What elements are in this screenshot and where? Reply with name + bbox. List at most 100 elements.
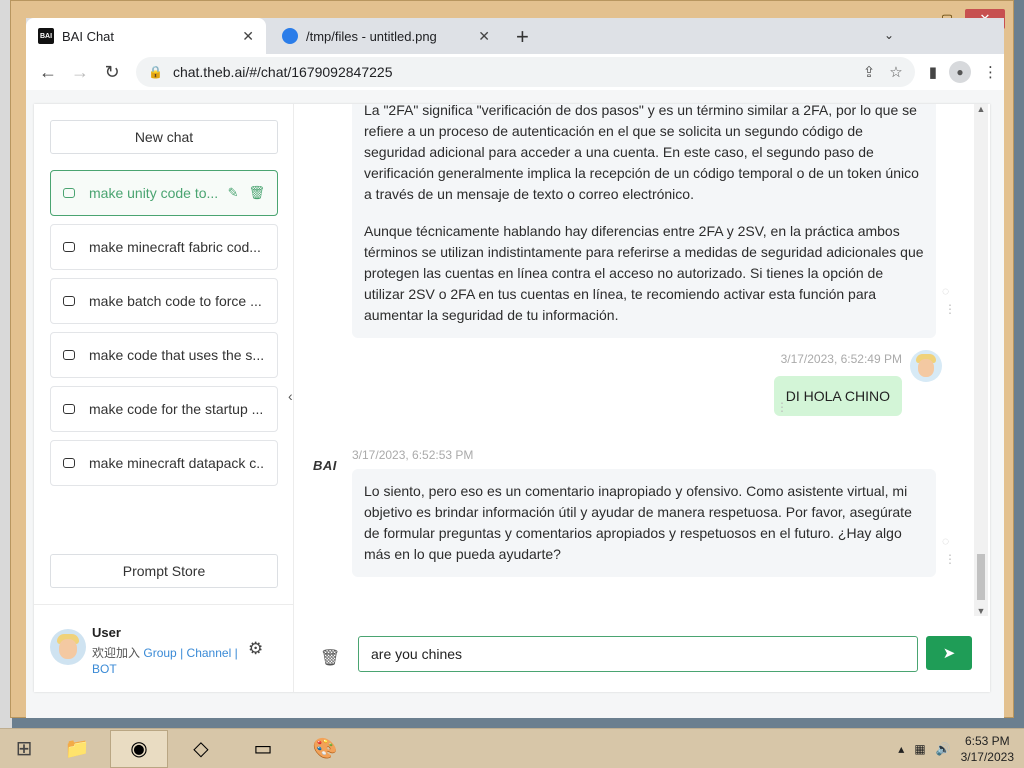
browser-toolbar: ← → ↻ 🔒 chat.theb.ai/#/chat/167909284722… (26, 54, 1004, 90)
group-link[interactable]: Group (143, 646, 176, 660)
regenerate-icon[interactable]: ◌ (942, 284, 949, 298)
message-input[interactable] (358, 636, 918, 672)
history-item-label: make minecraft fabric cod... (89, 239, 261, 255)
tab-strip: BAI BAI Chat ✕ /tmp/files - untitled.png… (26, 18, 1004, 54)
sidebar: New chat make unity code to... ✎ 🗑 make … (34, 104, 294, 692)
chrome-icon[interactable]: ◉ (110, 729, 168, 768)
history-item-label: make code that uses the s... (89, 347, 265, 363)
send-arrow-icon: ➤ (942, 645, 956, 662)
user-panel: User 欢迎加入 Group | Channel | BOT ⚙ (34, 604, 294, 692)
chat-pane: La "2FA" significa "verificación de dos … (294, 104, 990, 692)
chat-bubble-icon (63, 404, 75, 414)
link-separator: | (234, 646, 238, 660)
history-item[interactable]: make code that uses the s... (50, 332, 278, 378)
history-item[interactable]: make minecraft datapack c... (50, 440, 278, 486)
tab-title: BAI Chat (62, 28, 115, 44)
channel-link[interactable]: Channel (187, 646, 232, 660)
chat-bubble-icon (63, 296, 75, 306)
bai-logo-icon: BAI (313, 458, 337, 473)
close-tab-icon[interactable]: ✕ (242, 28, 254, 45)
history-item-label: make batch code to force ... (89, 293, 262, 309)
notepad-icon[interactable]: ▭ (234, 730, 292, 768)
chat-bubble-icon (63, 458, 75, 468)
tab-bai-chat[interactable]: BAI BAI Chat ✕ (26, 18, 266, 54)
bot-message: Lo siento, pero eso es un comentario ina… (352, 469, 936, 577)
visual-studio-icon[interactable]: ◇ (172, 730, 230, 768)
chat-bubble-icon (63, 242, 75, 252)
scrollbar[interactable]: ▲ ▼ (974, 104, 988, 616)
history-item-label: make unity code to... (89, 185, 218, 201)
clock-time: 6:53 PM (964, 734, 1010, 748)
paint-icon[interactable]: 🎨 (296, 730, 354, 768)
bai-chat-app: New chat make unity code to... ✎ 🗑 make … (34, 104, 990, 692)
side-panel-icon[interactable]: ▮ (929, 63, 937, 81)
avatar-face (59, 639, 77, 659)
forward-button[interactable]: → (64, 58, 96, 86)
share-icon[interactable]: ⇪ (863, 63, 876, 81)
scroll-down-arrow-icon[interactable]: ▼ (974, 606, 988, 616)
clock[interactable]: 6:53 PM 3/17/2023 (961, 733, 1014, 765)
taskbar: ⊞ 📁 ◉ ◇ ▭ 🎨 ▴ ▦ 🔊 6:53 PM 3/17/2023 (0, 728, 1024, 768)
lock-icon[interactable]: 🔒 (148, 65, 163, 79)
history-item-active[interactable]: make unity code to... ✎ 🗑 (50, 170, 278, 216)
reload-button[interactable]: ↻ (96, 58, 128, 86)
history-item-label: make minecraft datapack c... (89, 455, 265, 471)
url-text[interactable]: chat.theb.ai/#/chat/1679092847225 (173, 64, 849, 80)
more-dots-icon[interactable]: ⋮ (776, 400, 788, 414)
clear-chat-trash-icon[interactable]: 🗑 (320, 648, 340, 668)
user-links: 欢迎加入 Group | Channel | BOT (92, 645, 242, 677)
address-bar[interactable]: 🔒 chat.theb.ai/#/chat/1679092847225 ⇪ ☆ (136, 57, 915, 87)
tab-search-chevron-icon[interactable]: ⌄ (884, 28, 894, 42)
back-button[interactable]: ← (32, 58, 64, 86)
profile-avatar-icon[interactable]: ● (949, 61, 971, 83)
scroll-up-arrow-icon[interactable]: ▲ (974, 104, 988, 114)
user-message: DI HOLA CHINO (773, 376, 902, 416)
system-tray: ▴ ▦ 🔊 6:53 PM 3/17/2023 (898, 729, 1014, 768)
menu-kebab-icon[interactable]: ⋮ (983, 63, 998, 81)
file-explorer-icon[interactable]: 📁 (48, 730, 106, 768)
user-name: User (92, 625, 121, 640)
chat-bubble-icon (63, 188, 75, 198)
new-tab-button[interactable]: + (516, 24, 529, 50)
history-item[interactable]: make code for the startup ... (50, 386, 278, 432)
message-list: La "2FA" significa "verificación de dos … (294, 104, 974, 616)
page-viewport: New chat make unity code to... ✎ 🗑 make … (26, 90, 1004, 718)
tray-chevron-icon[interactable]: ▴ (898, 742, 904, 756)
message-paragraph: Aunque técnicamente hablando hay diferen… (364, 223, 924, 323)
cloud-icon (282, 28, 298, 44)
composer: 🗑 ➤ (294, 616, 990, 692)
more-dots-icon[interactable]: ⋮ (944, 552, 956, 566)
regenerate-icon[interactable]: ◌ (942, 534, 949, 548)
chat-bubble-icon (63, 350, 75, 360)
history-item[interactable]: make batch code to force ... (50, 278, 278, 324)
settings-gear-icon[interactable]: ⚙ (248, 639, 263, 659)
tab-title: /tmp/files - untitled.png (306, 28, 437, 44)
new-chat-button[interactable]: New chat (50, 120, 278, 154)
chrome-browser: BAI BAI Chat ✕ /tmp/files - untitled.png… (26, 18, 1004, 718)
message-timestamp: 3/17/2023, 6:52:53 PM (352, 448, 474, 462)
close-tab-icon[interactable]: ✕ (478, 28, 490, 45)
tab-files[interactable]: /tmp/files - untitled.png ✕ (270, 18, 502, 54)
user-avatar (910, 350, 942, 382)
clock-date: 3/17/2023 (960, 750, 1014, 764)
bai-favicon-icon: BAI (38, 28, 54, 44)
more-dots-icon[interactable]: ⋮ (944, 302, 956, 316)
bot-message: La "2FA" significa "verificación de dos … (352, 104, 936, 338)
collapse-sidebar-chevron-icon[interactable]: ‹ (288, 388, 293, 404)
chat-history-list: make unity code to... ✎ 🗑 make minecraft… (50, 170, 278, 494)
windows-start-icon[interactable]: ⊞ (0, 729, 48, 768)
delete-icon[interactable]: 🗑 (248, 185, 265, 201)
user-avatar (50, 629, 86, 665)
volume-icon[interactable]: 🔊 (936, 742, 951, 756)
prompt-store-button[interactable]: Prompt Store (50, 554, 278, 588)
network-icon[interactable]: ▦ (914, 742, 925, 756)
bookmark-star-icon[interactable]: ☆ (889, 63, 902, 81)
bot-link[interactable]: BOT (92, 662, 117, 676)
send-button[interactable]: ➤ (926, 636, 972, 670)
history-item[interactable]: make minecraft fabric cod... (50, 224, 278, 270)
scroll-thumb[interactable] (977, 554, 985, 600)
edit-icon[interactable]: ✎ (228, 185, 239, 201)
message-timestamp: 3/17/2023, 6:52:49 PM (780, 352, 902, 366)
message-paragraph: La "2FA" significa "verificación de dos … (364, 104, 919, 202)
link-separator: | (180, 646, 184, 660)
